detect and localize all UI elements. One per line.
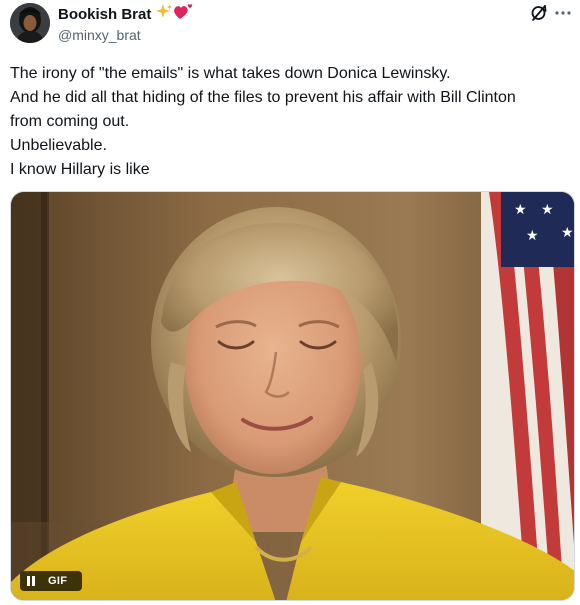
svg-text:★: ★ <box>541 202 554 218</box>
tweet-line: And he did all that hiding of the files … <box>10 89 516 106</box>
name-emojis <box>155 3 193 26</box>
tweet-text: The irony of "the emails" is what takes … <box>10 62 575 182</box>
pause-icon[interactable] <box>20 571 42 591</box>
heart-icon <box>173 3 193 26</box>
svg-text:★: ★ <box>526 228 539 244</box>
sparkles-icon <box>155 3 173 26</box>
tweet-line: The irony of "the emails" is what takes … <box>10 65 451 82</box>
svg-text:★: ★ <box>514 202 527 218</box>
gif-media[interactable]: ★ ★ ★ ★ <box>10 191 575 601</box>
gif-label: GIF <box>48 575 68 587</box>
more-options-icon[interactable] <box>554 6 572 20</box>
avatar[interactable] <box>10 3 50 43</box>
tweet-line: from coming out. <box>10 113 130 130</box>
tweet-line: Unbelievable. <box>10 137 107 154</box>
display-name[interactable]: Bookish Brat <box>58 6 151 23</box>
tweet-line: I know Hillary is like <box>10 161 150 178</box>
gif-badge[interactable]: GIF <box>20 571 82 591</box>
tweet-header: Bookish Brat @minxy_brat <box>58 3 193 43</box>
grok-icon[interactable] <box>530 4 548 22</box>
user-handle[interactable]: @minxy_brat <box>58 27 193 43</box>
svg-text:★: ★ <box>561 225 574 241</box>
